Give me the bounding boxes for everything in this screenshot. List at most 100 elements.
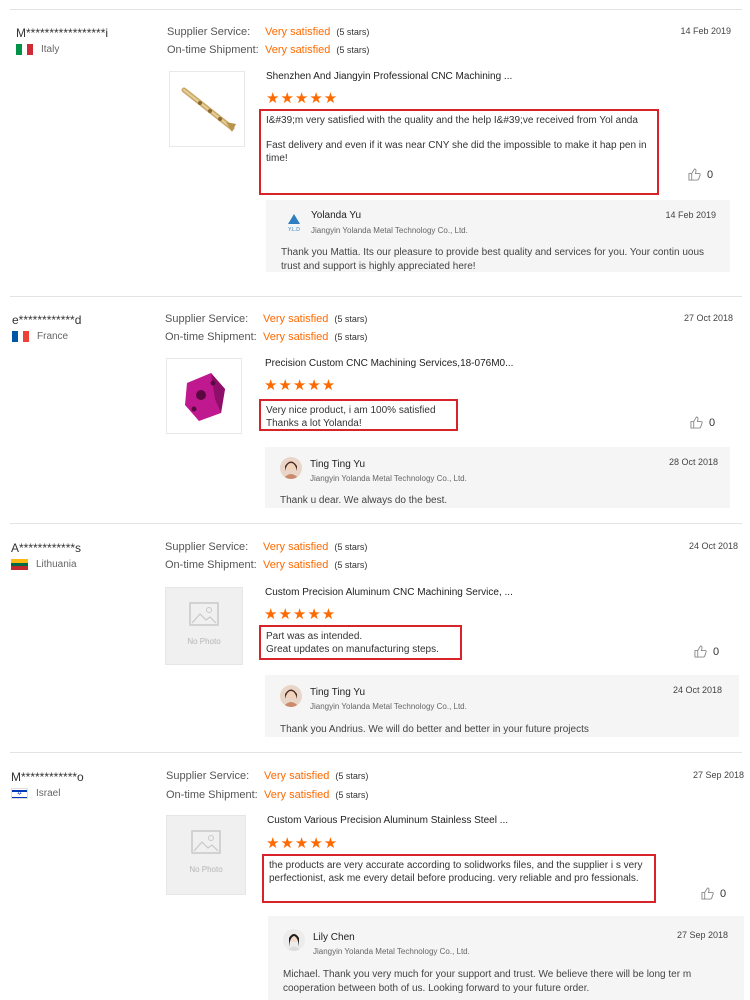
product-title[interactable]: Custom Precision Aluminum CNC Machining … bbox=[265, 587, 513, 598]
buyer-name: A************s bbox=[11, 541, 82, 555]
like-button[interactable]: 0 bbox=[690, 416, 715, 429]
like-button[interactable]: 0 bbox=[694, 645, 719, 658]
product-title[interactable]: Shenzhen And Jiangyin Professional CNC M… bbox=[266, 71, 512, 82]
supplier-service-label: Supplier Service: bbox=[165, 313, 249, 325]
review-item: M*****************i Italy Supplier Servi… bbox=[0, 26, 750, 297]
comment-text: the products are very accurate according… bbox=[269, 860, 643, 884]
supplier-service-stars: (5 stars) bbox=[336, 27, 370, 37]
reply-avatar bbox=[280, 685, 302, 707]
shipment-label: On-time Shipment: bbox=[167, 44, 259, 56]
buyer-name: M*****************i bbox=[16, 26, 109, 40]
supplier-reply: Ting Ting Yu Jiangyin Yolanda Metal Tech… bbox=[265, 675, 739, 737]
reply-author: Yolanda Yu bbox=[311, 210, 362, 221]
like-button[interactable]: 0 bbox=[701, 887, 726, 900]
supplier-service-value: Very satisfied bbox=[263, 313, 329, 325]
like-button[interactable]: 0 bbox=[688, 168, 713, 181]
shipment-rating: On-time Shipment: Very satisfied (5 stars) bbox=[165, 331, 367, 343]
shipment-stars: (5 stars) bbox=[334, 560, 368, 570]
product-image[interactable] bbox=[166, 358, 242, 434]
reply-author: Ting Ting Yu bbox=[310, 459, 366, 470]
divider bbox=[10, 523, 742, 524]
review-date: 14 Feb 2019 bbox=[680, 26, 731, 36]
comment-text: Great updates on manufacturing steps. bbox=[266, 644, 439, 655]
shipment-rating: On-time Shipment: Very satisfied (5 stars) bbox=[165, 559, 367, 571]
shipment-stars: (5 stars) bbox=[335, 790, 369, 800]
product-image[interactable] bbox=[169, 71, 245, 147]
review-item: M************o ✡ Israel Supplier Service… bbox=[0, 770, 750, 1000]
review-date: 27 Sep 2018 bbox=[692, 770, 744, 780]
buyer-country: France bbox=[12, 331, 68, 342]
shipment-value: Very satisfied bbox=[263, 331, 329, 343]
supplier-service-rating: Supplier Service: Very satisfied (5 stars) bbox=[167, 26, 369, 38]
comment-text: Part was as intended. bbox=[266, 631, 363, 642]
rating-stars: ★★★★★ bbox=[266, 835, 339, 852]
supplier-service-value: Very satisfied bbox=[265, 26, 331, 38]
product-image-placeholder[interactable]: No Photo bbox=[165, 587, 243, 665]
buyer-country: Lithuania bbox=[11, 559, 77, 570]
shipment-rating: On-time Shipment: Very satisfied (5 stars) bbox=[166, 789, 368, 801]
review-comment: I&#39;m very satisfied with the quality … bbox=[259, 109, 659, 195]
cnc-part-image bbox=[181, 87, 236, 132]
reply-text: Michael. Thank you very much for your su… bbox=[283, 969, 692, 994]
lithuania-flag-icon bbox=[11, 559, 28, 570]
buyer-country: Italy bbox=[16, 44, 59, 55]
review-date: 27 Oct 2018 bbox=[683, 313, 733, 323]
supplier-service-label: Supplier Service: bbox=[167, 26, 251, 38]
supplier-service-rating: Supplier Service: Very satisfied (5 stars) bbox=[165, 541, 367, 553]
reply-author: Ting Ting Yu bbox=[310, 687, 366, 698]
review-comment: the products are very accurate according… bbox=[262, 854, 656, 903]
supplier-service-label: Supplier Service: bbox=[165, 541, 249, 553]
reply-date: 27 Sep 2018 bbox=[676, 930, 728, 940]
no-photo-label: No Photo bbox=[187, 637, 221, 646]
thumbs-up-icon bbox=[688, 168, 701, 181]
divider bbox=[10, 9, 742, 10]
product-image-placeholder[interactable]: No Photo bbox=[166, 815, 246, 895]
reply-company: Jiangyin Yolanda Metal Technology Co., L… bbox=[313, 947, 470, 956]
country-label: France bbox=[37, 331, 69, 342]
rating-stars: ★★★★★ bbox=[266, 90, 339, 107]
svg-text:Y.L.D: Y.L.D bbox=[288, 227, 300, 233]
buyer-name: e************d bbox=[12, 313, 82, 327]
divider bbox=[10, 752, 742, 753]
supplier-logo-avatar: Y.L.D bbox=[283, 212, 305, 234]
reply-text: Thank u dear. We always do the best. bbox=[280, 495, 448, 506]
divider bbox=[10, 296, 742, 297]
supplier-service-value: Very satisfied bbox=[263, 541, 329, 553]
reply-text: Thank you Andrius. We will do better and… bbox=[280, 724, 589, 735]
supplier-service-rating: Supplier Service: Very satisfied (5 stars) bbox=[166, 770, 368, 782]
image-placeholder-icon bbox=[189, 602, 219, 626]
review-item: e************d France Supplier Service: V… bbox=[0, 313, 750, 525]
supplier-service-value: Very satisfied bbox=[264, 770, 330, 782]
reply-date: 24 Oct 2018 bbox=[672, 685, 722, 695]
thumbs-up-icon bbox=[701, 887, 714, 900]
product-title[interactable]: Custom Various Precision Aluminum Stainl… bbox=[267, 815, 508, 826]
country-label: Israel bbox=[36, 788, 61, 799]
thumbs-up-icon bbox=[694, 645, 707, 658]
reply-company: Jiangyin Yolanda Metal Technology Co., L… bbox=[310, 702, 467, 711]
supplier-service-stars: (5 stars) bbox=[334, 314, 368, 324]
comment-text: Very nice product, i am 100% satisfied bbox=[266, 405, 436, 416]
rating-stars: ★★★★★ bbox=[264, 377, 337, 394]
supplier-reply: Ting Ting Yu Jiangyin Yolanda Metal Tech… bbox=[265, 447, 730, 508]
supplier-reply: Lily Chen Jiangyin Yolanda Metal Technol… bbox=[268, 916, 744, 1000]
shipment-rating: On-time Shipment: Very satisfied (5 stars) bbox=[167, 44, 369, 56]
product-title[interactable]: Precision Custom CNC Machining Services,… bbox=[265, 358, 513, 369]
italy-flag-icon bbox=[16, 44, 33, 55]
shipment-label: On-time Shipment: bbox=[165, 559, 257, 571]
reply-company: Jiangyin Yolanda Metal Technology Co., L… bbox=[310, 474, 467, 483]
supplier-service-label: Supplier Service: bbox=[166, 770, 250, 782]
cnc-part-image bbox=[185, 373, 225, 421]
shipment-label: On-time Shipment: bbox=[166, 789, 258, 801]
like-count: 0 bbox=[707, 168, 714, 181]
comment-text: I&#39;m very satisfied with the quality … bbox=[266, 115, 638, 126]
shipment-value: Very satisfied bbox=[263, 559, 329, 571]
thumbs-up-icon bbox=[690, 416, 703, 429]
no-photo-label: No Photo bbox=[189, 865, 223, 874]
shipment-label: On-time Shipment: bbox=[165, 331, 257, 343]
shipment-value: Very satisfied bbox=[264, 789, 330, 801]
shipment-stars: (5 stars) bbox=[334, 332, 368, 342]
comment-text: Fast delivery and even if it was near CN… bbox=[266, 140, 647, 164]
rating-stars: ★★★★★ bbox=[264, 606, 337, 623]
review-date: 24 Oct 2018 bbox=[688, 541, 738, 551]
country-label: Italy bbox=[41, 44, 60, 55]
